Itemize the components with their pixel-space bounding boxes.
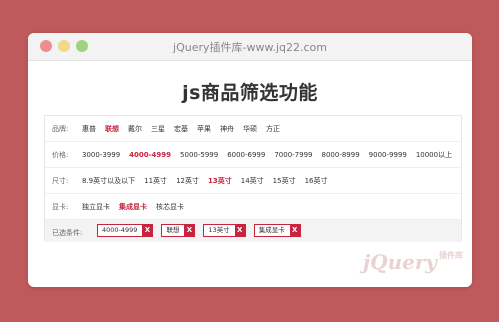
selected-conditions-label: 已选条件: — [52, 229, 83, 237]
remove-tag-close-icon[interactable]: X — [234, 225, 245, 236]
filter-option[interactable]: 独立显卡 — [82, 202, 110, 212]
filter-option[interactable]: 3000-3999 — [82, 151, 120, 159]
selected-tag: 13英寸 X — [203, 224, 246, 237]
remove-tag-close-icon[interactable]: X — [184, 225, 195, 236]
filter-option[interactable]: 方正 — [266, 124, 280, 134]
selected-conditions-bar: 已选条件: 4000-4999 X 联想 X 13英寸 X 集成显卡 X — [45, 220, 461, 242]
filter-option-selected[interactable]: 集成显卡 — [119, 202, 147, 212]
jquery-logo-watermark: jQuery 插件库 — [362, 250, 463, 274]
filter-option-selected[interactable]: 联想 — [105, 124, 119, 134]
window-titlebar: jQuery插件库-www.jq22.com — [28, 33, 472, 61]
filter-option[interactable]: 8.9英寸以及以下 — [82, 176, 135, 186]
selected-tags: 4000-4999 X 联想 X 13英寸 X 集成显卡 X — [97, 224, 309, 237]
selected-tag-label: 集成显卡 — [258, 226, 285, 234]
selected-tag: 4000-4999 X — [97, 224, 154, 237]
filter-row-size: 尺寸: 8.9英寸以及以下 11英寸 12英寸 13英寸 14英寸 15英寸 16英寸 — [45, 168, 461, 194]
filter-option[interactable]: 14英寸 — [241, 176, 264, 186]
filter-label-size: 尺寸: — [52, 177, 69, 185]
remove-tag-close-icon[interactable]: X — [289, 225, 300, 236]
filter-option[interactable]: 戴尔 — [128, 124, 142, 134]
filter-option[interactable]: 华硕 — [243, 124, 257, 134]
filter-options: 惠普 联想 戴尔 三星 宏基 苹果 神舟 华硕 方正 — [82, 124, 289, 134]
filter-option[interactable]: 苹果 — [197, 124, 211, 134]
filter-option[interactable]: 5000-5999 — [180, 151, 218, 159]
filter-option[interactable]: 10000以上 — [416, 150, 452, 160]
filter-option[interactable]: 神舟 — [220, 124, 234, 134]
filter-option[interactable]: 6000-6999 — [227, 151, 265, 159]
filter-option[interactable]: 7000-7999 — [274, 151, 312, 159]
filter-row-brand: 品牌: 惠普 联想 戴尔 三星 宏基 苹果 神舟 华硕 方正 — [45, 116, 461, 142]
filter-label-brand: 品牌: — [52, 125, 69, 133]
filter-option-selected[interactable]: 13英寸 — [208, 176, 232, 186]
selected-tag-label: 联想 — [166, 226, 180, 234]
filter-option[interactable]: 16英寸 — [305, 176, 328, 186]
filter-row-graphics: 显卡: 独立显卡 集成显卡 核芯显卡 — [45, 194, 461, 220]
filter-row-price: 价格: 3000-3999 4000-4999 5000-5999 6000-6999 7… — [45, 142, 461, 168]
filter-option[interactable]: 三星 — [151, 124, 165, 134]
filter-option[interactable]: 15英寸 — [273, 176, 296, 186]
filter-option[interactable]: 8000-8999 — [322, 151, 360, 159]
window-title: jQuery插件库-www.jq22.com — [173, 41, 327, 54]
selected-tag-label: 4000-4999 — [102, 226, 138, 234]
filter-option[interactable]: 9000-9999 — [369, 151, 407, 159]
remove-tag-close-icon[interactable]: X — [142, 225, 153, 236]
filter-label-graphics: 显卡: — [52, 203, 69, 211]
filter-option[interactable]: 11英寸 — [144, 176, 167, 186]
filter-panel: 品牌: 惠普 联想 戴尔 三星 宏基 苹果 神舟 华硕 方正 价格: 3000-3999 4000-49… — [44, 115, 462, 242]
selected-tag: 联想 X — [161, 224, 196, 237]
filter-option-selected[interactable]: 4000-4999 — [129, 151, 171, 159]
selected-tag-label: 13英寸 — [208, 226, 230, 234]
selected-tag: 集成显卡 X — [253, 224, 301, 237]
filter-options: 8.9英寸以及以下 11英寸 12英寸 13英寸 14英寸 15英寸 16英寸 — [82, 176, 337, 186]
filter-label-price: 价格: — [52, 151, 69, 159]
page-title: js商品筛选功能 — [182, 82, 318, 104]
filter-options: 独立显卡 集成显卡 核芯显卡 — [82, 202, 193, 212]
filter-option[interactable]: 核芯显卡 — [156, 202, 184, 212]
filter-option[interactable]: 宏基 — [174, 124, 188, 134]
filter-option[interactable]: 惠普 — [82, 124, 96, 134]
filter-option[interactable]: 12英寸 — [176, 176, 199, 186]
filter-options: 3000-3999 4000-4999 5000-5999 6000-6999 7000… — [82, 150, 461, 160]
